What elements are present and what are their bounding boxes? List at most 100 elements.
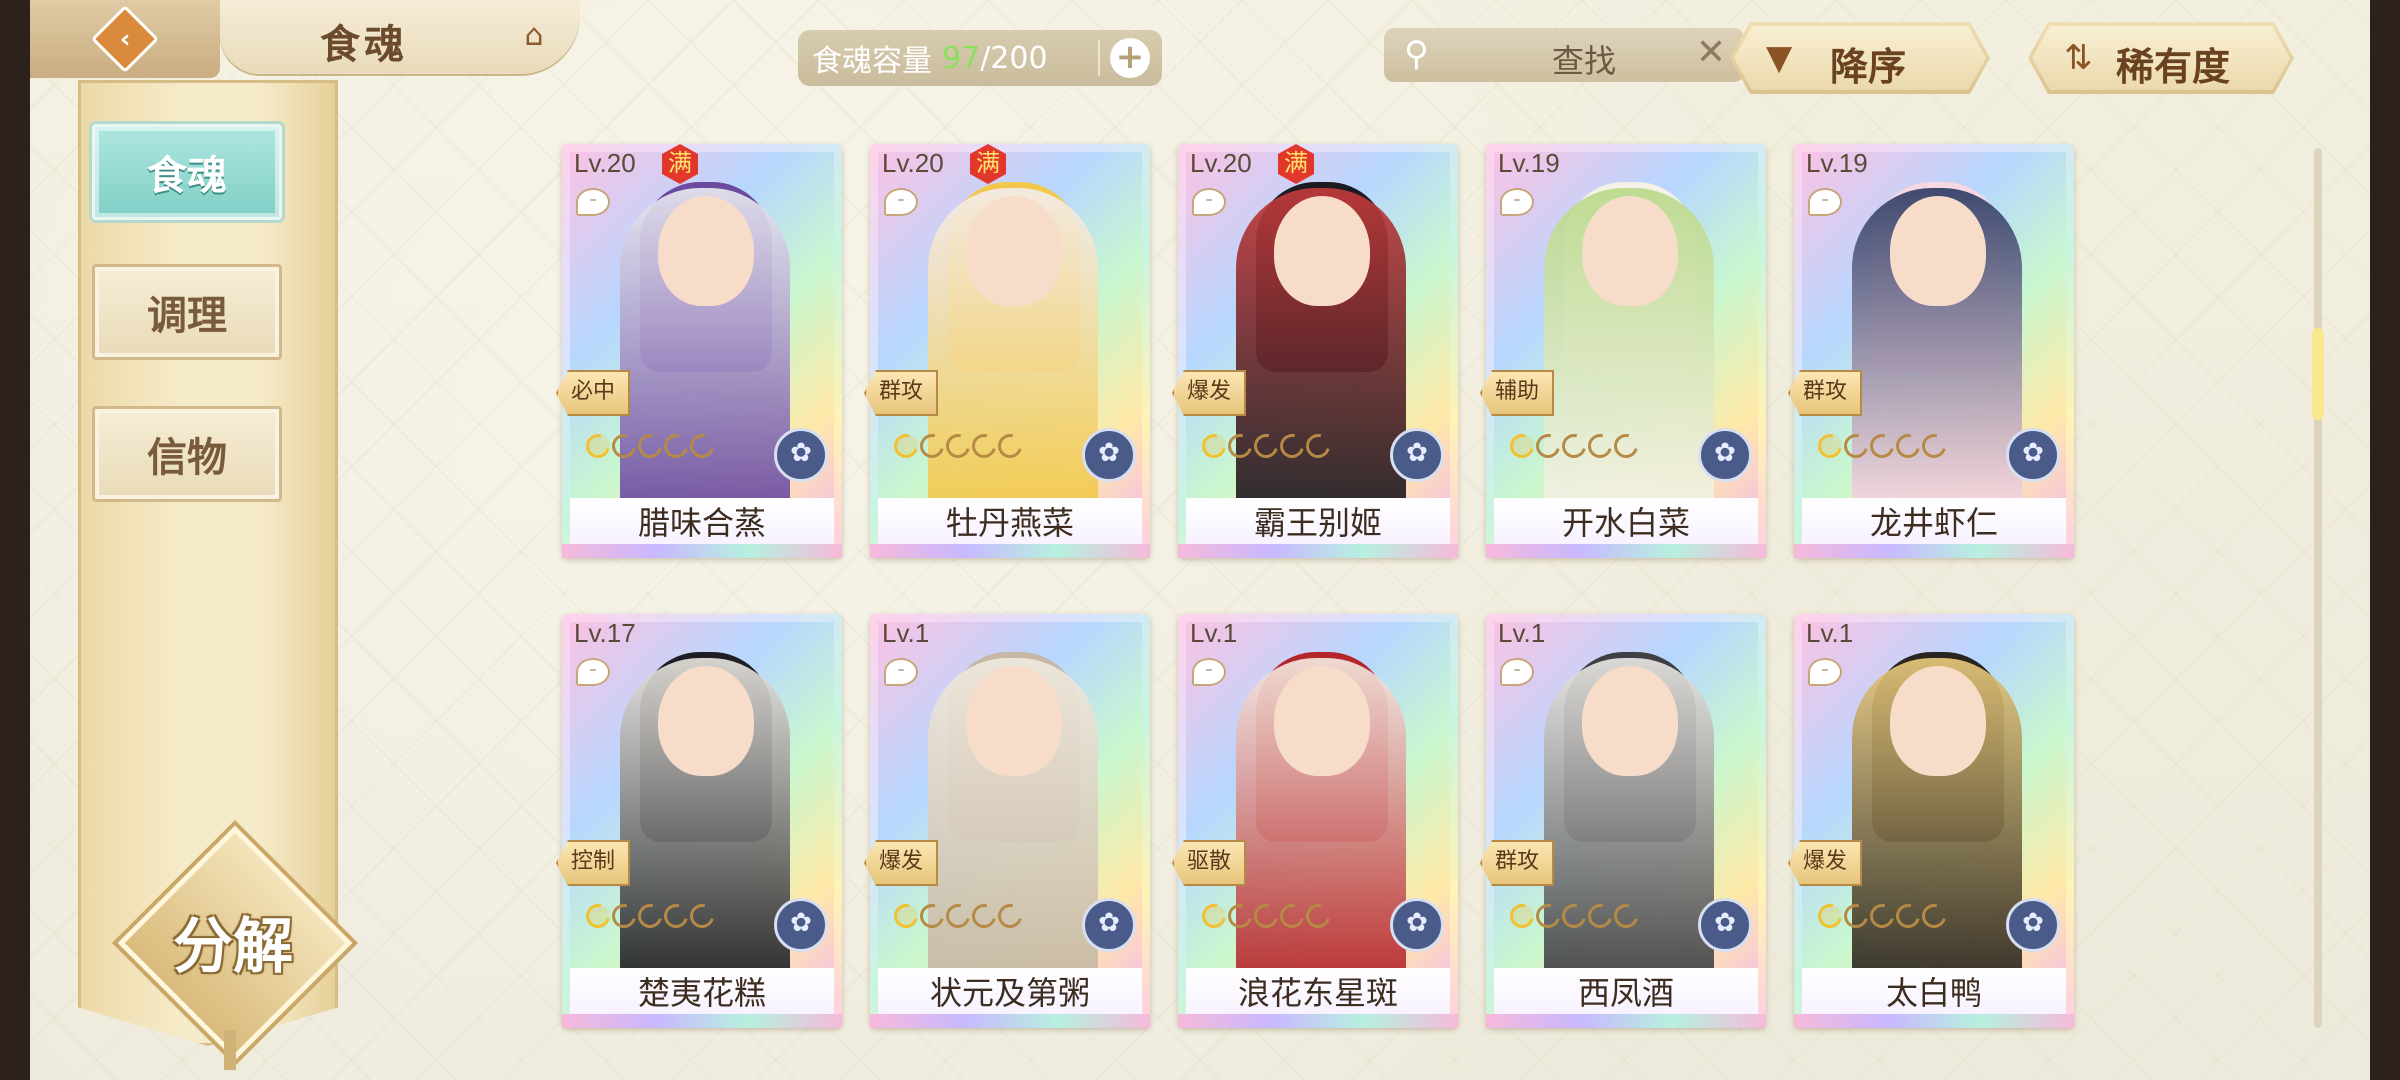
food-soul-card[interactable]: Lv.19 – 群攻 ✿ 龙井虾仁	[1788, 144, 2074, 558]
search-icon: ⚲	[1404, 34, 1429, 74]
card-rainbow-border	[1486, 1014, 1766, 1028]
portrait-face	[1582, 666, 1678, 776]
card-name: 太白鸭	[1802, 968, 2066, 1014]
card-level: Lv.20	[882, 148, 944, 178]
card-rainbow-border	[1178, 1014, 1458, 1028]
star-rating	[581, 899, 719, 933]
role-tag: 驱散	[1172, 840, 1246, 886]
card-name: 楚夷花糕	[570, 968, 834, 1014]
star-icon	[633, 899, 667, 933]
capacity-divider	[1098, 40, 1100, 76]
star-icon	[1557, 899, 1591, 933]
rarity-emblem-icon: ✿	[1082, 898, 1136, 952]
sort-field-button[interactable]: ⇅ 稀有度	[2028, 22, 2294, 94]
capacity-label: 食魂容量	[812, 44, 932, 79]
role-tag: 控制	[556, 840, 630, 886]
star-icon	[1223, 429, 1257, 463]
role-tag: 辅助	[1480, 370, 1554, 416]
portrait-face	[658, 196, 754, 306]
card-level: Lv.20	[1190, 148, 1252, 178]
tab-label: 调理	[147, 293, 227, 339]
card-name: 龙井虾仁	[1802, 498, 2066, 544]
search-bar[interactable]: ⚲ 查找 ✕	[1384, 28, 1744, 82]
star-icon	[659, 899, 693, 933]
star-icon	[1275, 429, 1309, 463]
star-icon	[1223, 899, 1257, 933]
role-tag: 爆发	[1788, 840, 1862, 886]
star-rating	[1197, 429, 1335, 463]
food-soul-card[interactable]: Lv.1 – 爆发 ✿ 太白鸭	[1788, 614, 2074, 1028]
star-icon	[993, 899, 1027, 933]
rarity-emblem-icon: ✿	[1698, 428, 1752, 482]
star-icon	[1891, 429, 1925, 463]
star-icon	[1531, 899, 1565, 933]
page-header: 食魂 ⌂	[220, 0, 580, 74]
pavilion-roof-icon[interactable]: ⌂	[510, 16, 558, 56]
food-soul-card[interactable]: Lv.19 – 辅助 ✿ 开水白菜	[1480, 144, 1766, 558]
portrait-face	[658, 666, 754, 776]
capacity-separator: /	[980, 40, 991, 76]
star-icon	[1583, 899, 1617, 933]
card-name: 霸王别姬	[1186, 498, 1450, 544]
star-icon	[581, 429, 615, 463]
chat-bubble-icon: –	[576, 188, 610, 216]
food-soul-card[interactable]: Lv.20 满 – 爆发 ✿ 霸王别姬	[1172, 144, 1458, 558]
tab-tokens[interactable]: 信物	[92, 406, 282, 502]
add-capacity-button[interactable]: +	[1110, 38, 1150, 78]
role-tag: 爆发	[864, 840, 938, 886]
star-icon	[1197, 899, 1231, 933]
star-rating	[889, 899, 1027, 933]
card-rainbow-border	[1486, 544, 1766, 558]
back-button[interactable]: ‹	[30, 0, 220, 78]
rarity-emblem-icon: ✿	[1698, 898, 1752, 952]
chat-bubble-icon: –	[884, 188, 918, 216]
chat-bubble-icon: –	[1500, 658, 1534, 686]
tab-food-souls[interactable]: 食魂	[92, 124, 282, 220]
chat-bubble-icon: –	[1808, 658, 1842, 686]
card-level: Lv.1	[882, 618, 930, 648]
star-icon	[1813, 429, 1847, 463]
tab-conditioning[interactable]: 调理	[92, 264, 282, 360]
role-tag: 群攻	[1788, 370, 1862, 416]
star-icon	[1301, 899, 1335, 933]
food-soul-card[interactable]: Lv.1 – 驱散 ✿ 浪花东星斑	[1172, 614, 1458, 1028]
close-icon[interactable]: ✕	[1696, 32, 1726, 73]
portrait-face	[1890, 196, 1986, 306]
chat-bubble-icon: –	[1192, 188, 1226, 216]
star-icon	[1917, 899, 1951, 933]
scrollbar[interactable]	[2312, 148, 2324, 1028]
star-icon	[1865, 899, 1899, 933]
portrait-face	[1274, 666, 1370, 776]
food-soul-card[interactable]: Lv.20 满 – 群攻 ✿ 牡丹燕菜	[864, 144, 1150, 558]
star-icon	[1609, 429, 1643, 463]
search-placeholder: 查找	[1551, 42, 1616, 80]
scrollbar-thumb[interactable]	[2312, 328, 2324, 420]
sort-order-button[interactable]: ▼ 降序	[1730, 22, 1990, 94]
food-soul-card[interactable]: Lv.20 满 – 必中 ✿ 腊味合蒸	[556, 144, 842, 558]
card-name: 浪花东星斑	[1186, 968, 1450, 1014]
food-soul-card[interactable]: Lv.1 – 群攻 ✿ 西凤酒	[1480, 614, 1766, 1028]
star-icon	[1531, 429, 1565, 463]
star-rating	[889, 429, 1027, 463]
rarity-emblem-icon: ✿	[2006, 898, 2060, 952]
star-icon	[1505, 899, 1539, 933]
star-icon	[1197, 429, 1231, 463]
swap-arrows-icon: ⇅	[2064, 38, 2093, 78]
food-soul-card[interactable]: Lv.17 – 控制 ✿ 楚夷花糕	[556, 614, 842, 1028]
card-name: 西凤酒	[1494, 968, 1758, 1014]
card-level: Lv.1	[1190, 618, 1238, 648]
card-rainbow-border	[1178, 544, 1458, 558]
star-rating	[581, 429, 719, 463]
card-rainbow-border	[1794, 1014, 2074, 1028]
star-icon	[581, 899, 615, 933]
star-icon	[889, 429, 923, 463]
star-icon	[607, 429, 641, 463]
decompose-label: 分解	[173, 912, 293, 982]
star-icon	[1917, 429, 1951, 463]
star-icon	[1249, 429, 1283, 463]
card-level: Lv.1	[1806, 618, 1854, 648]
food-soul-card[interactable]: Lv.1 – 爆发 ✿ 状元及第粥	[864, 614, 1150, 1028]
rarity-emblem-icon: ✿	[1390, 898, 1444, 952]
rarity-emblem-icon: ✿	[1082, 428, 1136, 482]
chat-bubble-icon: –	[1500, 188, 1534, 216]
